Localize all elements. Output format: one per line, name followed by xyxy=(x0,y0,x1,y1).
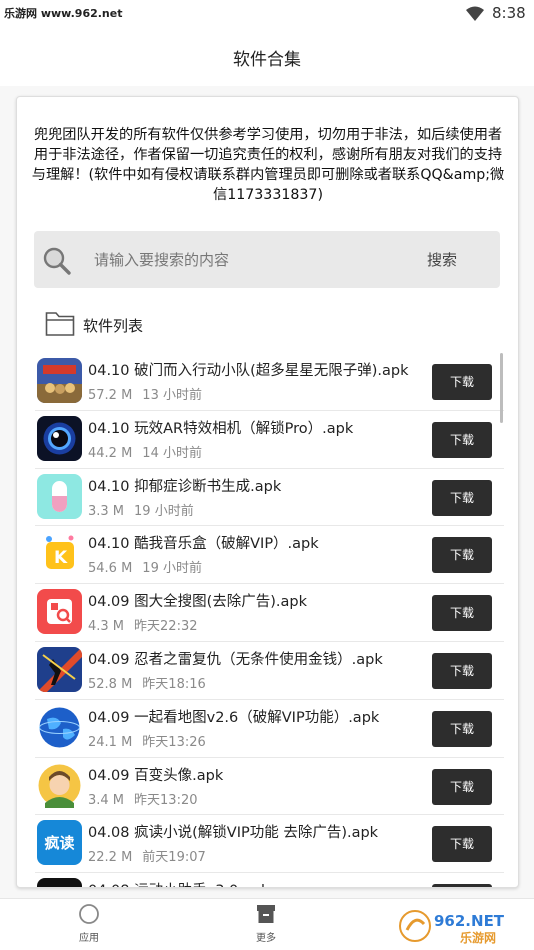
item-meta: 24.1 M 昨天13:26 xyxy=(88,731,206,750)
search-input[interactable]: 请输入要搜索的内容 xyxy=(94,249,229,270)
image-search-icon xyxy=(37,589,82,635)
list-item[interactable]: K 04.10 酷我音乐盒（破解VIP）.apk 54.6 M 19 小时前 下载 xyxy=(35,526,504,585)
ar-camera-icon xyxy=(37,415,82,461)
list-item[interactable]: 04.08 运动小助手v3.0.apk 下载 xyxy=(35,873,504,887)
item-name: 04.08 运动小助手v3.0.apk xyxy=(88,879,269,887)
app-header: 软件合集 xyxy=(0,28,534,87)
item-name: 04.10 破门而入行动小队(超多星星无限子弹).apk xyxy=(88,363,409,379)
item-name: 04.08 疯读小说(解锁VIP功能 去除广告).apk xyxy=(88,825,379,842)
list-item[interactable]: 疯读 04.08 疯读小说(解锁VIP功能 去除广告).apk 22.2 M 前天19… xyxy=(35,815,504,874)
item-size: 54.6 M xyxy=(88,561,133,577)
item-name: 04.09 百变头像.apk xyxy=(88,767,224,784)
kuwo-music-icon: K xyxy=(37,531,82,577)
nav-more[interactable]: 更多 xyxy=(236,903,296,944)
svg-text:乐游网: 乐游网 xyxy=(460,930,496,945)
page-title: 软件合集 xyxy=(233,50,301,70)
software-list: 04.10 破门而入行动小队(超多星星无限子弹).apk 57.2 M 13 小时前… xyxy=(17,353,518,887)
item-size: 44.2 M xyxy=(88,445,133,461)
item-meta: 54.6 M 19 小时前 xyxy=(88,557,202,576)
box-more-icon xyxy=(257,905,275,923)
ninja-game-icon xyxy=(37,646,82,692)
item-meta: 57.2 M 13 小时前 xyxy=(88,384,202,403)
search-button[interactable]: 搜索 xyxy=(427,249,457,270)
list-item[interactable]: 04.10 玩效AR特效相机（解锁Pro）.apk 44.2 M 14 小时前 下载 xyxy=(35,411,504,469)
app-icon xyxy=(37,878,82,887)
item-name: 04.10 抑郁症诊断书生成.apk xyxy=(88,478,282,495)
site-watermark-logo: 962.NET 乐游网 xyxy=(399,910,505,945)
item-time: 19 小时前 xyxy=(134,503,194,519)
avatar-face-icon xyxy=(37,762,82,808)
search-icon xyxy=(43,247,71,275)
download-button[interactable]: 下载 xyxy=(432,479,492,516)
svg-text:962.NET: 962.NET xyxy=(434,912,505,930)
scrollbar[interactable] xyxy=(500,353,503,423)
nav-app-label: 应用 xyxy=(79,933,99,944)
item-time: 19 小时前 xyxy=(142,561,202,577)
item-time: 昨天22:32 xyxy=(134,619,198,635)
item-time: 昨天18:16 xyxy=(142,676,206,692)
item-time: 昨天13:20 xyxy=(134,792,198,808)
item-size: 3.4 M xyxy=(88,792,125,808)
fengdu-novel-icon: 疯读 xyxy=(37,820,82,866)
item-meta: 44.2 M 14 小时前 xyxy=(88,442,202,461)
search-bar[interactable]: 请输入要搜索的内容 搜索 xyxy=(34,231,500,288)
download-button[interactable]: 下载 xyxy=(432,652,492,689)
item-name: 04.10 酷我音乐盒（破解VIP）.apk xyxy=(88,536,319,553)
globe-icon xyxy=(37,704,82,750)
nav-app[interactable]: 应用 xyxy=(59,903,119,944)
site-watermark: 乐游网 www.962.net xyxy=(4,7,123,20)
item-size: 22.2 M xyxy=(88,850,133,866)
item-meta: 3.4 M 昨天13:20 xyxy=(88,789,198,808)
svg-text:K: K xyxy=(54,548,68,568)
wifi-icon xyxy=(466,6,484,21)
notice-text: 兜兜团队开发的所有软件仅供参考学习使用，切勿用于非法，如后续使用者用于非法途径，… xyxy=(31,127,505,203)
item-meta: 52.8 M 昨天18:16 xyxy=(88,673,206,692)
icon-label: 疯读 xyxy=(44,834,75,853)
download-button[interactable]: 下载 xyxy=(432,768,492,805)
item-meta: 3.3 M 19 小时前 xyxy=(88,500,194,519)
item-time: 前天19:07 xyxy=(142,850,206,866)
item-size: 24.1 M xyxy=(88,734,133,750)
list-item[interactable]: 04.10 破门而入行动小队(超多星星无限子弹).apk 57.2 M 13 小时前… xyxy=(35,353,504,411)
list-item[interactable]: 04.09 忍者之雷复仇（无条件使用金钱）.apk 52.8 M 昨天18:16 下载 xyxy=(35,642,504,700)
item-size: 4.3 M xyxy=(88,619,125,635)
list-item[interactable]: 04.09 一起看地图v2.6（破解VIP功能）.apk 24.1 M 昨天13:2… xyxy=(35,700,504,758)
download-button[interactable]: 下载 xyxy=(432,364,492,400)
nav-more-label: 更多 xyxy=(256,933,276,944)
pill-icon xyxy=(37,473,82,519)
item-meta: 22.2 M 前天19:07 xyxy=(88,846,206,865)
download-button[interactable]: 下载 xyxy=(432,826,492,863)
list-item[interactable]: 04.10 抑郁症诊断书生成.apk 3.3 M 19 小时前 下载 xyxy=(35,469,504,527)
item-name: 04.09 一起看地图v2.6（破解VIP功能）.apk xyxy=(88,709,380,726)
item-time: 昨天13:26 xyxy=(142,734,206,750)
item-time: 14 小时前 xyxy=(142,445,202,461)
content-card: 兜兜团队开发的所有软件仅供参考学习使用，切勿用于非法，如后续使用者用于非法途径，… xyxy=(16,96,519,888)
item-name: 04.10 玩效AR特效相机（解锁Pro）.apk xyxy=(88,420,354,437)
item-meta: 4.3 M 昨天22:32 xyxy=(88,615,198,634)
item-name: 04.09 忍者之雷复仇（无条件使用金钱）.apk xyxy=(88,651,383,668)
circle-app-icon xyxy=(79,904,99,924)
item-size: 57.2 M xyxy=(88,388,133,403)
list-item[interactable]: 04.09 图大全搜图(去除广告).apk 4.3 M 昨天22:32 下载 xyxy=(35,584,504,642)
item-time: 13 小时前 xyxy=(142,388,202,403)
game-squad-icon xyxy=(37,358,82,403)
list-item[interactable]: 04.09 百变头像.apk 3.4 M 昨天13:20 下载 xyxy=(35,758,504,816)
status-time: 8:38 xyxy=(492,4,526,22)
download-button[interactable]: 下载 xyxy=(432,421,492,458)
item-size: 52.8 M xyxy=(88,676,133,692)
folder-icon xyxy=(45,312,75,336)
download-button[interactable]: 下载 xyxy=(432,537,492,574)
item-name: 04.09 图大全搜图(去除广告).apk xyxy=(88,594,308,611)
download-button[interactable]: 下载 xyxy=(432,595,492,632)
download-button[interactable]: 下载 xyxy=(432,884,492,887)
item-size: 3.3 M xyxy=(88,503,125,519)
download-button[interactable]: 下载 xyxy=(432,710,492,747)
list-header-label: 软件列表 xyxy=(83,317,144,335)
status-bar: 乐游网 www.962.net 8:38 xyxy=(0,0,534,28)
